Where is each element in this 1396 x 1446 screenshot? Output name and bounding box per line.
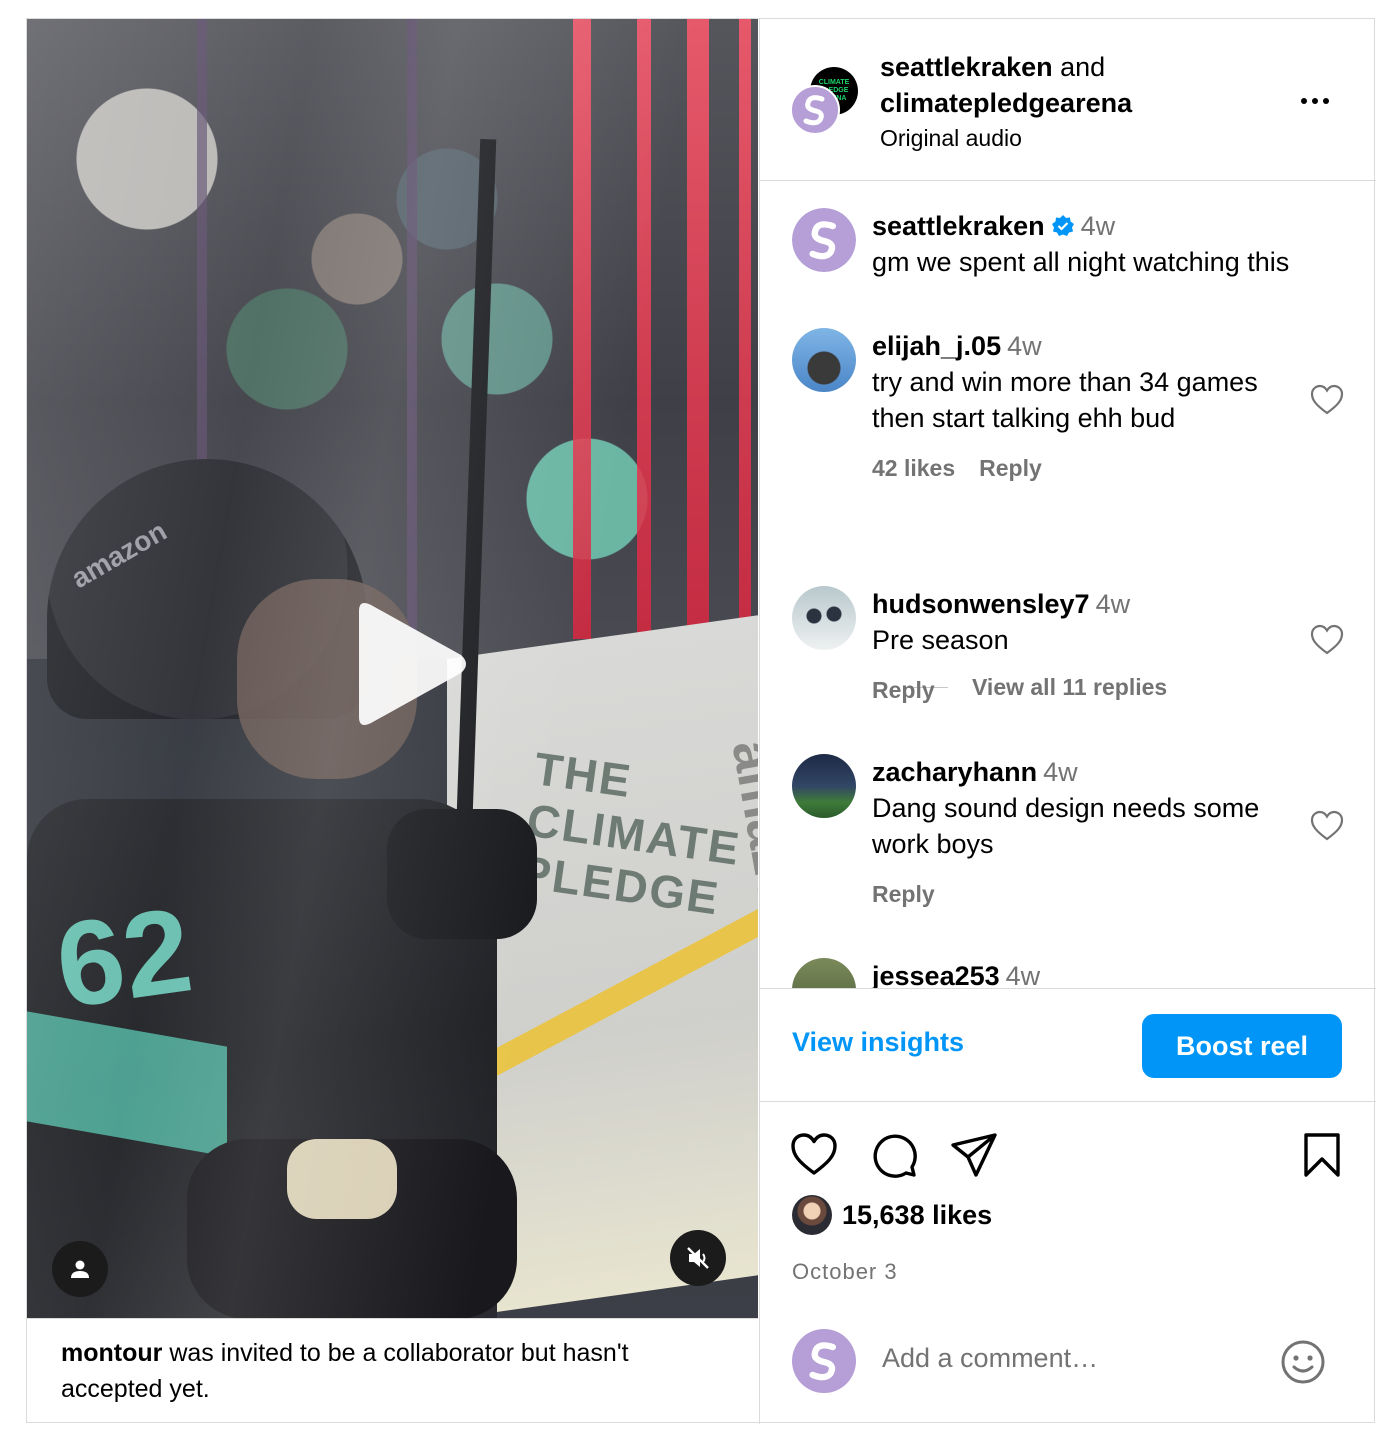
comment-username[interactable]: zacharyhann [872, 757, 1037, 787]
original-audio-link[interactable]: Original audio [880, 121, 1132, 155]
like-comment-heart-icon[interactable] [1310, 384, 1344, 416]
avatar[interactable] [792, 328, 856, 392]
comment-username[interactable]: seattlekraken [872, 211, 1045, 241]
comment-username[interactable]: elijah_j.05 [872, 331, 1001, 361]
likes-summary[interactable]: 15,638 likes [792, 1195, 992, 1235]
user-tag-icon [71, 1260, 89, 1278]
header-username-1[interactable]: seattlekraken [880, 52, 1053, 82]
seattlekraken-avatar [790, 85, 840, 135]
post-date: October 3 [792, 1259, 898, 1284]
kraken-logo-icon [803, 95, 825, 126]
more-options-icon[interactable] [1301, 91, 1337, 111]
add-comment-input[interactable]: Add a comment… [882, 1343, 1098, 1374]
user-tag-button[interactable] [52, 1241, 108, 1297]
avatar[interactable] [792, 754, 856, 818]
comment-username[interactable]: hudsonwensley7 [872, 589, 1090, 619]
comment-composer: Add a comment… [760, 1303, 1376, 1424]
save-bookmark-icon[interactable] [1298, 1131, 1346, 1179]
comment-text: Pre season [872, 625, 1009, 655]
emoji-icon[interactable] [1280, 1339, 1326, 1385]
comment-likes[interactable]: 42 likes [872, 455, 955, 481]
reply-button[interactable]: Reply [872, 677, 935, 703]
comment-text: try and win more than 34 games then star… [872, 367, 1258, 433]
verified-badge-icon [1051, 214, 1074, 236]
like-heart-icon[interactable] [790, 1131, 838, 1179]
muted-speaker-icon [687, 1247, 709, 1269]
comment-username[interactable]: jessea253 [872, 961, 1000, 988]
mute-button[interactable] [670, 1230, 726, 1286]
view-insights-link[interactable]: View insights [792, 1027, 964, 1058]
comment-time: 4w [1043, 757, 1078, 787]
post-header-text: seattlekraken and climatepledgearena Ori… [880, 49, 1132, 155]
collaborator-username[interactable]: montour [61, 1339, 162, 1367]
avatar[interactable] [792, 958, 856, 988]
like-comment-heart-icon[interactable] [1310, 624, 1344, 656]
post-side-panel: CLIMATE PLEDGE ARENA seattlekraken and c… [759, 19, 1376, 1424]
comments-list[interactable]: seattlekraken 4w gm we spent all night wa… [760, 182, 1376, 988]
collab-avatars[interactable]: CLIMATE PLEDGE ARENA [790, 67, 860, 137]
comment-text: Dang sound design needs some work boys [872, 793, 1260, 859]
likes-count[interactable]: 15,638 likes [842, 1200, 992, 1231]
kraken-logo-icon [809, 221, 837, 260]
play-icon[interactable] [339, 599, 469, 729]
reel-video[interactable]: THE CLIMATE PLEDGE amazon 62 amazon [27, 19, 758, 1318]
like-comment-heart-icon[interactable] [1310, 810, 1344, 842]
liker-avatar [792, 1195, 832, 1235]
header-username-2[interactable]: climatepledgearena [880, 85, 1132, 121]
comment-time: 4w [1007, 331, 1042, 361]
avatar[interactable] [792, 208, 856, 272]
comment-time: 4w [1095, 589, 1131, 619]
post-actions: 15,638 likes October 3 [760, 1103, 1376, 1303]
kraken-logo-icon [809, 1342, 837, 1381]
current-user-avatar [792, 1329, 856, 1393]
reel-post-dialog: THE CLIMATE PLEDGE amazon 62 amazon [26, 18, 1376, 1424]
reply-button[interactable]: Reply [872, 881, 935, 907]
insights-bar: View insights Boost reel [760, 988, 1376, 1102]
collaborator-notice: montour was invited to be a collaborator… [27, 1318, 758, 1424]
reply-button[interactable]: Reply [979, 455, 1042, 481]
comment-time: 4w [1080, 211, 1116, 241]
comment-bubble-icon[interactable] [870, 1131, 918, 1179]
boost-reel-button[interactable]: Boost reel [1142, 1014, 1342, 1078]
avatar[interactable] [792, 586, 856, 650]
post-header: CLIMATE PLEDGE ARENA seattlekraken and c… [760, 19, 1376, 181]
comment-time: 4w [1005, 961, 1041, 988]
share-send-icon[interactable] [950, 1131, 998, 1179]
comment-text: gm we spent all night watching this [872, 247, 1290, 277]
